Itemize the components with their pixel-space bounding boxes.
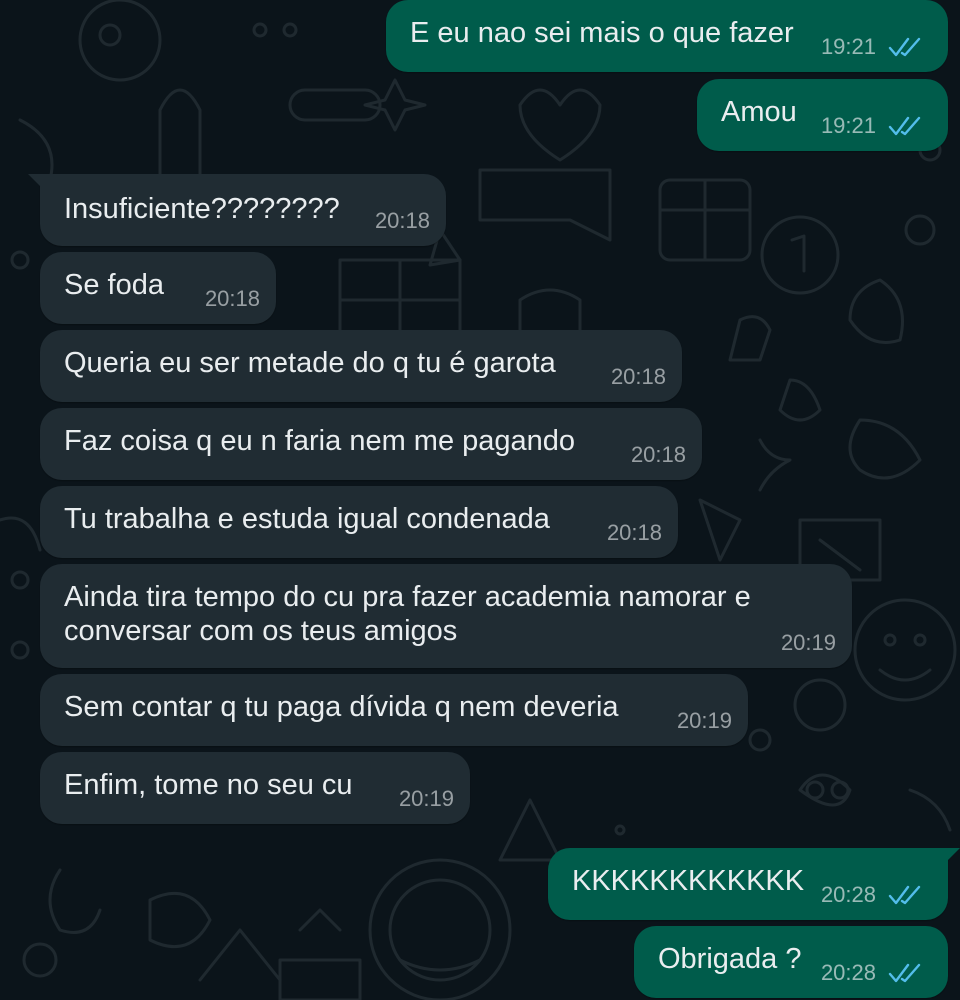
message-time: 20:19: [676, 708, 732, 733]
message-text: Ainda tira tempo do cu pra fazer academi…: [64, 581, 751, 613]
message-text: Insuficiente????????: [64, 193, 340, 225]
message-bubble-incoming[interactable]: Ainda tira tempo do cu pra fazer academi…: [40, 564, 852, 668]
message-time: 20:28: [820, 882, 876, 907]
read-double-check-icon: [888, 37, 921, 57]
read-double-check-icon: [888, 963, 921, 983]
message-text-line-2: conversar com os teus amigos: [64, 615, 458, 647]
message-time: 19:21: [820, 113, 876, 138]
message-time: 20:19: [780, 630, 836, 655]
message-bubble-incoming[interactable]: Enfim, tome no seu cu 20:19: [40, 752, 470, 824]
message-bubble-outgoing[interactable]: Obrigada ? 20:28: [634, 926, 948, 998]
message-time: 20:18: [374, 208, 430, 233]
message-time: 20:28: [820, 960, 876, 985]
bubble-tail: [946, 848, 960, 862]
message-time: 20:18: [606, 520, 662, 545]
message-time: 19:21: [820, 34, 876, 59]
message-text: Tu trabalha e estuda igual condenada: [64, 503, 550, 535]
message-bubble-outgoing[interactable]: Amou 19:21: [697, 79, 948, 151]
message-time: 20:18: [204, 286, 260, 311]
message-text: Enfim, tome no seu cu: [64, 769, 353, 801]
bubble-tail: [28, 174, 42, 188]
message-text: Sem contar q tu paga dívida q nem deveri…: [64, 691, 619, 723]
message-time: 20:18: [610, 364, 666, 389]
read-double-check-icon: [888, 885, 921, 905]
message-text: Faz coisa q eu n faria nem me pagando: [64, 425, 576, 457]
message-bubble-incoming[interactable]: Queria eu ser metade do q tu é garota 20…: [40, 330, 682, 402]
message-text: Obrigada ?: [658, 943, 802, 975]
message-bubble-incoming[interactable]: Faz coisa q eu n faria nem me pagando 20…: [40, 408, 702, 480]
read-double-check-icon: [888, 116, 921, 136]
message-text: Se foda: [64, 269, 164, 301]
message-text: KKKKKKKKKKKK: [572, 865, 805, 897]
message-bubble-outgoing[interactable]: KKKKKKKKKKKK 20:28: [548, 848, 960, 920]
message-time: 20:18: [630, 442, 686, 467]
message-time: 20:19: [398, 786, 454, 811]
message-bubble-incoming[interactable]: Tu trabalha e estuda igual condenada 20:…: [40, 486, 678, 558]
message-bubble-incoming[interactable]: Sem contar q tu paga dívida q nem deveri…: [40, 674, 748, 746]
message-text: Amou: [721, 96, 797, 128]
message-bubble-incoming[interactable]: Se foda 20:18: [40, 252, 276, 324]
message-bubble-incoming[interactable]: Insuficiente???????? 20:18: [28, 174, 446, 246]
message-bubble-outgoing[interactable]: E eu nao sei mais o que fazer 19:21: [386, 0, 948, 72]
message-text: E eu nao sei mais o que fazer: [410, 17, 794, 49]
message-list: E eu nao sei mais o que fazer 19:21 Amou…: [0, 0, 960, 1000]
message-text: Queria eu ser metade do q tu é garota: [64, 347, 556, 379]
